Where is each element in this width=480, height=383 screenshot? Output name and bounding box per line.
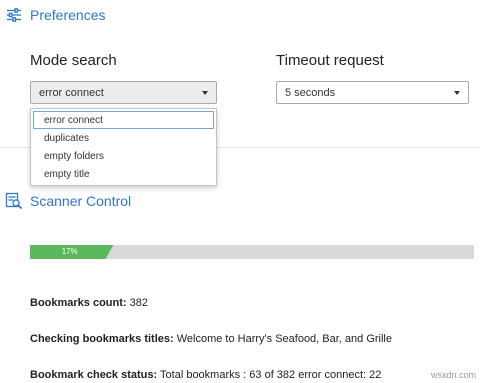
timeout-request-select[interactable]: 5 seconds [276,81,469,104]
option-error-connect[interactable]: error connect [33,111,214,129]
timeout-request-label: Timeout request [276,52,384,69]
watermark-text: wsxdn.com [430,370,476,380]
scan-progress-label: 17% [61,247,78,256]
sliders-icon [4,5,24,25]
option-duplicates[interactable]: duplicates [31,129,216,147]
timeout-request-value: 5 seconds [285,86,336,99]
scanner-control-header: Scanner Control [4,191,131,211]
option-empty-folders[interactable]: empty folders [31,147,216,165]
preferences-header: Preferences [4,5,105,25]
dropdown-arrow-icon [454,91,460,95]
scan-document-icon [4,191,24,211]
scanner-control-title: Scanner Control [30,193,132,209]
mode-search-label: Mode search [30,52,117,69]
scan-progress-bar: 17% [30,245,474,259]
mode-search-value: error connect [39,86,104,99]
check-status-label: Bookmark check status: [30,369,158,381]
preferences-title: Preferences [30,7,106,23]
dropdown-arrow-icon [202,91,208,95]
mode-search-dropdown: error connect duplicates empty folders e… [30,108,217,186]
option-empty-title[interactable]: empty title [31,165,216,183]
bookmarks-count-value: 382 [129,297,148,309]
checking-titles-label: Checking bookmarks titles: [30,333,174,345]
checking-titles-value: Welcome to Harry's Seafood, Bar, and Gri… [176,333,392,345]
bookmark-check-status: Bookmark check status: Total bookmarks :… [30,369,381,381]
mode-search-select[interactable]: error connect [30,81,217,104]
bookmarks-count-label: Bookmarks count: [30,297,127,309]
checking-bookmarks-titles: Checking bookmarks titles: Welcome to Ha… [30,333,392,345]
bookmarks-count: Bookmarks count: 382 [30,297,148,309]
check-status-value: Total bookmarks : 63 of 382 error connec… [160,369,382,381]
